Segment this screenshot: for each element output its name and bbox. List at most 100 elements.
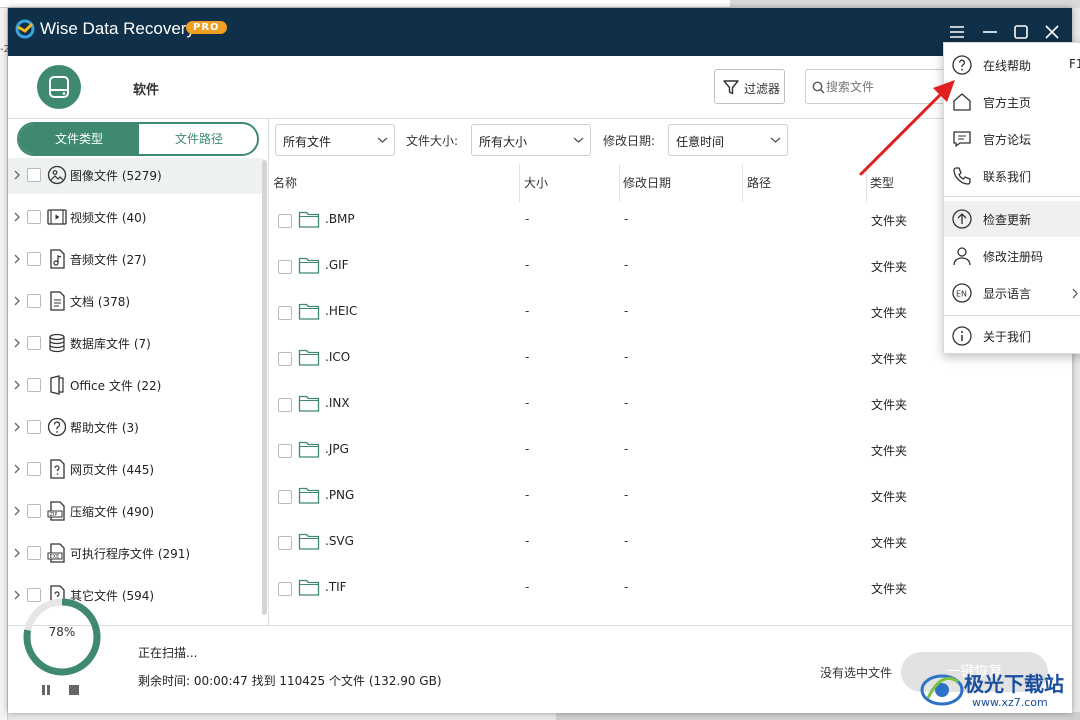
column-header-size[interactable]: 大小 — [524, 174, 548, 191]
checkbox[interactable] — [27, 336, 41, 350]
file-type-select[interactable]: 所有文件 — [275, 124, 395, 156]
web-file-icon — [50, 459, 65, 479]
table-row[interactable]: .BMP - - 文件夹 — [271, 201, 931, 247]
svg-text:EXE: EXE — [50, 554, 60, 560]
menu-item-homepage[interactable]: 官方主页 — [944, 84, 1080, 120]
maximize-icon[interactable] — [1011, 22, 1031, 42]
checkbox[interactable] — [27, 294, 41, 308]
column-separator[interactable] — [619, 164, 620, 202]
checkbox[interactable] — [27, 378, 41, 392]
column-separator[interactable] — [519, 164, 520, 202]
row-checkbox[interactable] — [278, 214, 292, 228]
menu-item-language[interactable]: EN 显示语言 — [944, 275, 1080, 311]
row-checkbox[interactable] — [278, 352, 292, 366]
chevron-right-icon[interactable] — [11, 462, 23, 476]
chevron-right-icon[interactable] — [11, 252, 23, 266]
chevron-right-icon[interactable] — [11, 168, 23, 182]
date-filter-label: 修改日期: — [603, 134, 656, 148]
chevron-right-icon — [1072, 288, 1078, 299]
background-window — [0, 0, 730, 8]
tree-item-audio[interactable]: 音频文件 (27) — [8, 242, 263, 278]
row-checkbox[interactable] — [278, 260, 292, 274]
checkbox[interactable] — [27, 546, 41, 560]
chevron-right-icon[interactable] — [11, 210, 23, 224]
row-checkbox[interactable] — [278, 490, 292, 504]
checkbox[interactable] — [27, 168, 41, 182]
minimize-icon[interactable] — [980, 22, 1000, 42]
row-size: - — [525, 580, 530, 594]
menu-item-about[interactable]: 关于我们 — [944, 318, 1080, 354]
size-filter-label: 文件大小: — [406, 134, 459, 148]
row-type: 文件夹 — [871, 536, 908, 550]
menu-item-forum[interactable]: 官方论坛 — [944, 121, 1080, 157]
database-icon — [49, 333, 65, 353]
menu-item-label: 关于我们 — [983, 330, 1032, 344]
menu-item-check-update[interactable]: 检查更新 — [944, 201, 1080, 237]
modified-date-select[interactable]: 任意时间 — [668, 124, 788, 156]
checkbox[interactable] — [27, 210, 41, 224]
row-date: - — [624, 304, 629, 318]
hamburger-menu-icon[interactable] — [947, 22, 967, 42]
table-row[interactable]: .SVG - - 文件夹 — [271, 523, 931, 569]
menu-separator — [944, 315, 1080, 316]
tree-item-office[interactable]: Office 文件 (22) — [8, 368, 263, 404]
row-date: - — [624, 488, 629, 502]
chevron-right-icon[interactable] — [11, 504, 23, 518]
column-header-type[interactable]: 类型 — [870, 174, 894, 191]
checkbox[interactable] — [27, 252, 41, 266]
chevron-right-icon[interactable] — [11, 294, 23, 308]
row-checkbox[interactable] — [278, 582, 292, 596]
home-icon — [953, 93, 971, 111]
tree-item-executables[interactable]: EXE 可执行程序文件 (291) — [8, 536, 263, 572]
pause-icon[interactable] — [40, 684, 52, 696]
row-checkbox[interactable] — [278, 398, 292, 412]
stop-icon[interactable] — [68, 684, 80, 696]
table-row[interactable]: .INX - - 文件夹 — [271, 385, 931, 431]
table-row[interactable]: .PNG - - 文件夹 — [271, 477, 931, 523]
menu-item-change-license[interactable]: 修改注册码 — [944, 238, 1080, 274]
chevron-right-icon[interactable] — [11, 336, 23, 350]
tab-file-type[interactable]: 文件类型 — [19, 124, 139, 154]
table-row[interactable]: .JPG - - 文件夹 — [271, 431, 931, 477]
menu-item-contact[interactable]: 联系我们 — [944, 158, 1080, 194]
file-size-select[interactable]: 所有大小 — [471, 124, 591, 156]
tree-item-web-files[interactable]: 网页文件 (445) — [8, 452, 263, 488]
chevron-right-icon[interactable] — [11, 378, 23, 392]
update-icon — [952, 209, 972, 229]
table-row[interactable]: .TIF - - 文件夹 — [271, 569, 931, 615]
checkbox[interactable] — [27, 462, 41, 476]
column-separator[interactable] — [742, 164, 743, 202]
title-bar[interactable]: Wise Data Recovery PRO — [8, 8, 1072, 56]
chevron-right-icon[interactable] — [11, 420, 23, 434]
tree-item-images[interactable]: 图像文件 (5279) — [8, 158, 263, 194]
exe-icon: EXE — [47, 543, 65, 563]
column-header-path[interactable]: 路径 — [747, 174, 771, 191]
row-checkbox[interactable] — [278, 444, 292, 458]
tree-item-documents[interactable]: 文档 (378) — [8, 284, 263, 320]
sidebar-scrollbar[interactable] — [262, 160, 267, 615]
tab-file-path[interactable]: 文件路径 — [139, 124, 257, 154]
tree-item-help-files[interactable]: 帮助文件 (3) — [8, 410, 263, 446]
close-icon[interactable] — [1042, 22, 1062, 42]
menu-item-label: 官方主页 — [983, 96, 1032, 110]
chevron-right-icon[interactable] — [11, 546, 23, 560]
column-header-modified[interactable]: 修改日期 — [623, 174, 671, 191]
filter-button[interactable]: 过滤器 — [714, 69, 785, 104]
row-type: 文件夹 — [871, 306, 908, 320]
row-type: 文件夹 — [871, 490, 908, 504]
checkbox[interactable] — [27, 504, 41, 518]
table-row[interactable]: .HEIC - - 文件夹 — [271, 293, 931, 339]
menu-item-online-help[interactable]: 在线帮助 F1 — [944, 47, 1080, 83]
checkbox[interactable] — [27, 420, 41, 434]
tree-item-label: 图像文件 (5279) — [70, 169, 162, 183]
table-row[interactable]: .GIF - - 文件夹 — [271, 247, 931, 293]
column-separator[interactable] — [866, 164, 867, 202]
tree-item-archives[interactable]: ZIP 压缩文件 (490) — [8, 494, 263, 530]
row-checkbox[interactable] — [278, 536, 292, 550]
row-checkbox[interactable] — [278, 306, 292, 320]
tree-item-videos[interactable]: 视频文件 (40) — [8, 200, 263, 236]
status-divider — [8, 625, 1072, 626]
column-header-name[interactable]: 名称 — [273, 174, 297, 191]
table-row[interactable]: .ICO - - 文件夹 — [271, 339, 931, 385]
tree-item-databases[interactable]: 数据库文件 (7) — [8, 326, 263, 362]
